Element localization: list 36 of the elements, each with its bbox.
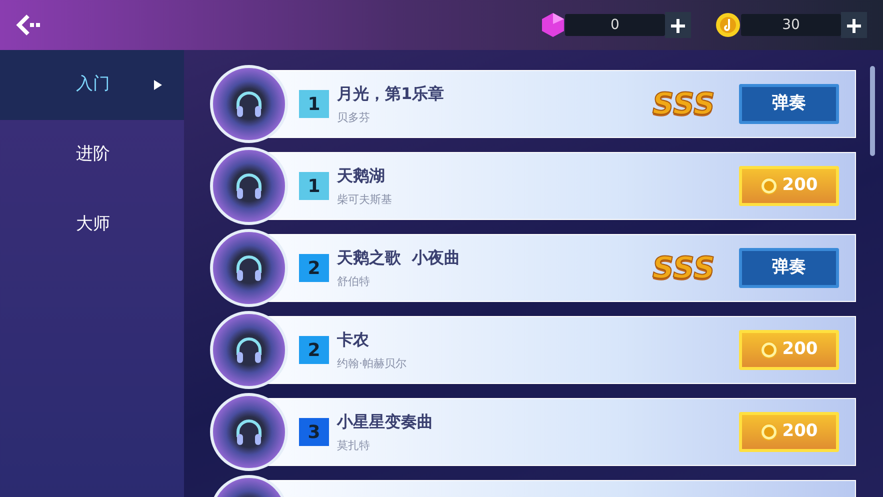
coin-icon: [760, 423, 778, 441]
song-title: 小星星变奏曲: [337, 410, 434, 433]
category-tab[interactable]: 入门: [0, 50, 184, 120]
song-title: 卡农: [337, 328, 370, 351]
plus-icon: [846, 18, 862, 34]
play-button[interactable]: 弹奏: [739, 84, 839, 124]
level-badge: 1: [299, 172, 329, 200]
coin-icon: [760, 177, 778, 195]
arrow-icon: [154, 80, 162, 90]
song-title: 天鹅之歌 小夜曲: [337, 246, 462, 269]
play-button[interactable]: 弹奏: [739, 248, 839, 288]
level-badge: 2: [299, 254, 329, 282]
currency-amount: 30: [741, 14, 841, 36]
composer-name: 舒伯特: [337, 274, 371, 290]
add-button[interactable]: [665, 12, 691, 38]
coin-icon: [760, 341, 778, 359]
scrollbar[interactable]: [870, 66, 875, 156]
song-title: 月光，第1乐章: [337, 82, 446, 105]
level-badge: 1: [299, 90, 329, 118]
category-tab[interactable]: 进阶: [0, 120, 184, 190]
composer-name: 柴可夫斯基: [337, 192, 393, 208]
rank-label: SSS: [652, 86, 715, 124]
currency-amount: 0: [565, 14, 665, 36]
composer-name: 莫扎特: [337, 438, 371, 454]
rank-label: SSS: [652, 250, 715, 288]
song-title: 天鹅湖: [337, 164, 386, 187]
level-badge: 3: [299, 418, 329, 446]
composer-name: 贝多芬: [337, 110, 371, 126]
gem-icon: [541, 12, 565, 38]
back-icon[interactable]: [16, 14, 42, 36]
composer-name: 约翰·帕赫贝尔: [337, 356, 408, 372]
coin-icon: [715, 12, 741, 38]
level-badge: 2: [299, 336, 329, 364]
add-button[interactable]: [841, 12, 867, 38]
plus-icon: [670, 18, 686, 34]
category-tab[interactable]: 大师: [0, 190, 184, 260]
